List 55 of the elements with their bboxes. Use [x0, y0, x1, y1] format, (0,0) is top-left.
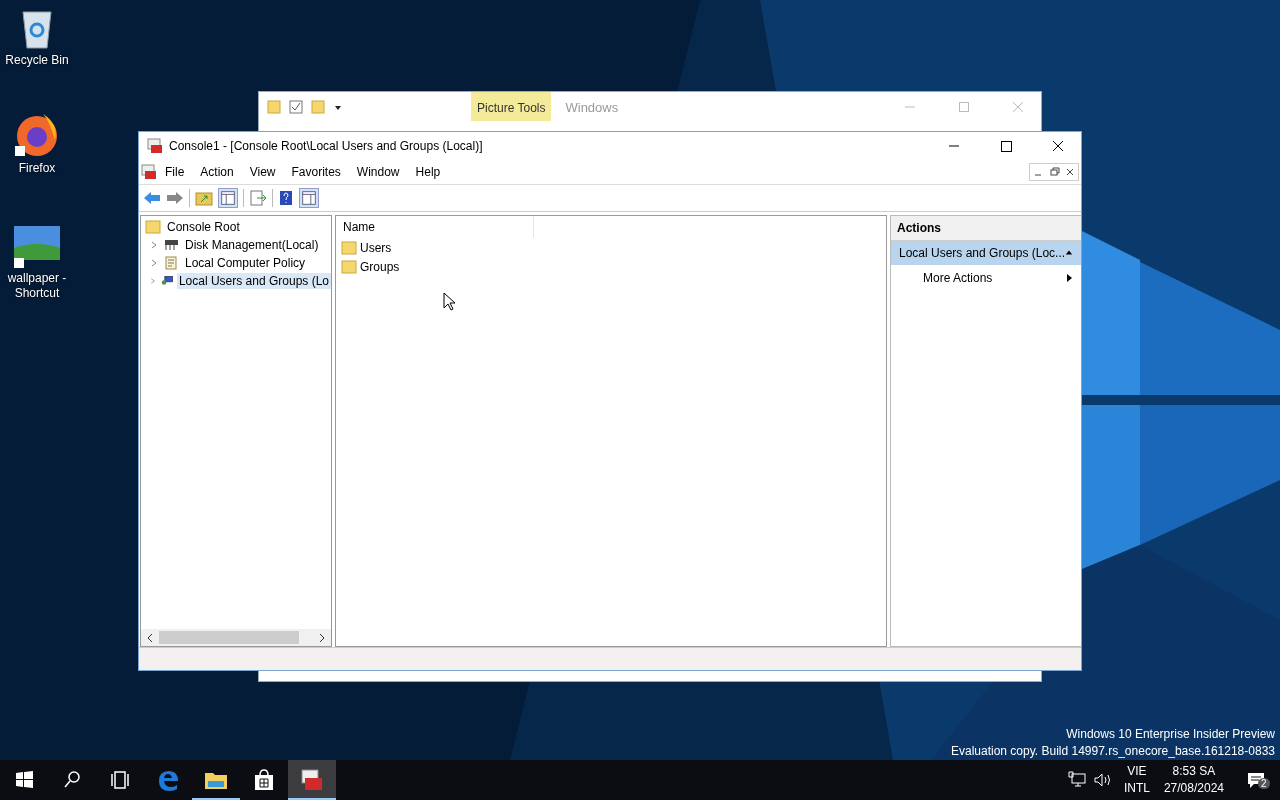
column-header[interactable]: Name — [336, 216, 534, 238]
scroll-left-icon[interactable] — [145, 632, 155, 643]
checkbox-icon[interactable] — [289, 100, 303, 114]
actions-section[interactable]: Local Users and Groups (Loc... — [891, 241, 1081, 265]
clock[interactable]: 8:53 SA 27/08/2024 — [1163, 763, 1224, 797]
folder-icon — [341, 259, 357, 274]
up-folder-icon[interactable] — [195, 190, 213, 206]
desktop-watermark-text: Evaluation copy. Build 14997.rs_onecore_base.161218-0833 — [950, 743, 1275, 760]
export-list-icon[interactable] — [249, 190, 267, 206]
tree-pane-icon[interactable] — [218, 188, 238, 208]
menu-item[interactable]: File — [157, 165, 193, 179]
mouse-pointer-icon — [443, 292, 456, 311]
language-indicator[interactable]: VIE INTL — [1123, 763, 1150, 797]
menu-item[interactable]: Action — [192, 165, 242, 179]
help-icon[interactable] — [278, 190, 294, 206]
tree-item[interactable]: Disk Management(Local) — [183, 237, 321, 253]
desktop-icon-label[interactable]: wallpaper - Shortcut — [1, 271, 73, 301]
desktop-watermark-text: Windows 10 Enterprise Insider Preview — [1066, 726, 1275, 743]
back-arrow-icon[interactable] — [143, 190, 161, 206]
document-icon — [163, 256, 179, 270]
contextual-tab[interactable]: Picture Tools — [471, 92, 552, 121]
list-item[interactable]: Groups — [360, 259, 400, 274]
chevron-icon[interactable] — [149, 240, 159, 250]
desktop-icon-label[interactable]: Recycle Bin — [1, 53, 73, 68]
forward-arrow-icon[interactable] — [166, 190, 184, 206]
menu-item[interactable]: View — [241, 165, 284, 179]
menu-item[interactable]: Favorites — [283, 165, 349, 179]
list-item[interactable]: Users — [360, 240, 392, 255]
scrollbar-thumb[interactable] — [159, 631, 299, 644]
window-title: Windows — [565, 99, 619, 115]
network-icon[interactable] — [1066, 770, 1087, 790]
tree-item[interactable]: Local Users and Groups (Lo — [176, 273, 331, 289]
tree-item[interactable]: Local Computer Policy — [183, 255, 308, 271]
menu-item[interactable]: Window — [348, 165, 408, 179]
console-icon — [147, 138, 163, 154]
action-pane-icon[interactable] — [299, 188, 319, 208]
disk-drive-icon — [163, 238, 179, 252]
taskbar-button[interactable] — [288, 760, 336, 800]
action-item[interactable]: More Actions — [891, 265, 1081, 291]
edge-icon — [156, 768, 180, 792]
folder-icon — [145, 220, 161, 234]
computer-users-icon — [160, 274, 173, 288]
actions-header: Actions — [891, 216, 1081, 241]
shopping-bag-icon — [252, 768, 276, 792]
folder-icon — [341, 240, 357, 255]
window-title: Console1 - [Console Root\Local Users and Groups (Local)] — [169, 139, 483, 153]
menu-item[interactable]: Help — [407, 165, 449, 179]
console-icon — [300, 768, 324, 792]
console-icon[interactable] — [141, 164, 157, 180]
desktop-icon-label[interactable]: Firefox — [1, 161, 73, 176]
scroll-right-icon[interactable] — [317, 632, 327, 643]
tree-item[interactable]: Console Root — [165, 219, 242, 235]
chevron-icon[interactable] — [149, 258, 159, 268]
notification-count: 2 — [1258, 778, 1270, 789]
collapse-triangle-icon[interactable] — [1065, 248, 1073, 258]
